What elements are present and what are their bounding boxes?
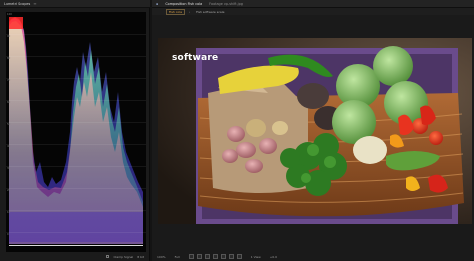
scope-scale-label: 60 bbox=[7, 101, 11, 104]
tab-footage[interactable]: Footage vp-shift.jpg bbox=[209, 2, 243, 6]
scopes-toolbar: Clamp Signal 8 bit bbox=[0, 252, 150, 261]
scope-gridline bbox=[6, 232, 146, 233]
scope-baseline bbox=[9, 245, 143, 246]
scope-scale-label: 50 bbox=[7, 123, 11, 126]
scope-scale-label: 20 bbox=[7, 189, 11, 192]
clamp-signal-label: Clamp Signal bbox=[113, 254, 134, 259]
bit-depth-select[interactable]: 8 bit bbox=[137, 255, 144, 259]
watermark-text: software bbox=[172, 53, 219, 63]
scope-gridline bbox=[6, 188, 146, 189]
composition-tabbar: ▪ Composition Fish cola Footage vp-shift… bbox=[152, 0, 474, 8]
scope-scale-label: 80 bbox=[7, 57, 11, 60]
color-channel-icon[interactable] bbox=[212, 254, 218, 259]
mask-visibility-icon[interactable] bbox=[204, 254, 210, 259]
lock-icon[interactable]: ▪ bbox=[156, 2, 158, 6]
scopes-panel: Lumetri Scopes ≡ 100 90 80 70 60 50 40 3… bbox=[0, 0, 150, 261]
scope-gridline bbox=[6, 56, 146, 57]
scope-gridline bbox=[6, 100, 146, 101]
resolution-select[interactable]: Full bbox=[175, 255, 180, 259]
region-of-interest-icon[interactable] bbox=[188, 254, 194, 259]
waveform-graphic bbox=[9, 17, 143, 244]
scope-scale-label: 0 bbox=[7, 233, 9, 236]
show-snapshot-icon[interactable] bbox=[228, 254, 234, 259]
waveform-scope: 100 90 80 70 60 50 40 30 20 10 0 bbox=[6, 12, 146, 252]
vegetable-basket-image bbox=[158, 38, 472, 224]
viewer-bottom-bar: 100% Full 1 View +0.0 bbox=[152, 252, 474, 261]
subtab-current-comp[interactable]: Fish cola bbox=[166, 8, 185, 15]
scope-scale-label: 30 bbox=[7, 167, 11, 170]
breadcrumb-separator-icon: ‹ bbox=[188, 9, 191, 14]
composition-panel: ▪ Composition Fish cola Footage vp-shift… bbox=[152, 0, 474, 261]
scope-gridline bbox=[6, 34, 146, 35]
close-icon[interactable]: ≡ bbox=[33, 1, 36, 6]
transparency-grid-icon[interactable] bbox=[196, 254, 202, 259]
subtab-nested-comp[interactable]: Fish software scale bbox=[194, 10, 226, 14]
tab-composition[interactable]: Composition Fish cola bbox=[165, 2, 202, 6]
app-window: Lumetri Scopes ≡ 100 90 80 70 60 50 40 3… bbox=[0, 0, 474, 261]
wrench-icon[interactable] bbox=[97, 254, 102, 259]
timeline-icon[interactable] bbox=[236, 254, 242, 259]
scope-scale-label: 100 bbox=[7, 13, 12, 16]
scope-scale-label: 40 bbox=[7, 145, 11, 148]
composition-viewer[interactable]: software bbox=[158, 38, 472, 224]
snapshot-icon[interactable] bbox=[220, 254, 226, 259]
clamp-signal-checkbox[interactable] bbox=[106, 255, 110, 258]
scope-scale-label: 10 bbox=[7, 211, 11, 214]
camera-select[interactable]: 1 View bbox=[251, 255, 261, 259]
scope-scale-label: 90 bbox=[7, 35, 11, 38]
scope-gridline bbox=[6, 210, 146, 211]
scopes-tabbar: Lumetri Scopes ≡ bbox=[0, 0, 150, 8]
scope-gridline bbox=[6, 144, 146, 145]
scope-scale-label: 70 bbox=[7, 79, 11, 82]
scope-gridline bbox=[6, 78, 146, 79]
exposure-value[interactable]: +0.0 bbox=[270, 255, 277, 259]
scope-gridline bbox=[6, 166, 146, 167]
composition-subtabs: Fish cola ‹ Fish software scale bbox=[152, 8, 474, 15]
zoom-select[interactable]: 100% bbox=[157, 255, 166, 259]
tab-lumetri-scopes[interactable]: Lumetri Scopes bbox=[0, 2, 30, 6]
scope-gridline bbox=[6, 122, 146, 123]
